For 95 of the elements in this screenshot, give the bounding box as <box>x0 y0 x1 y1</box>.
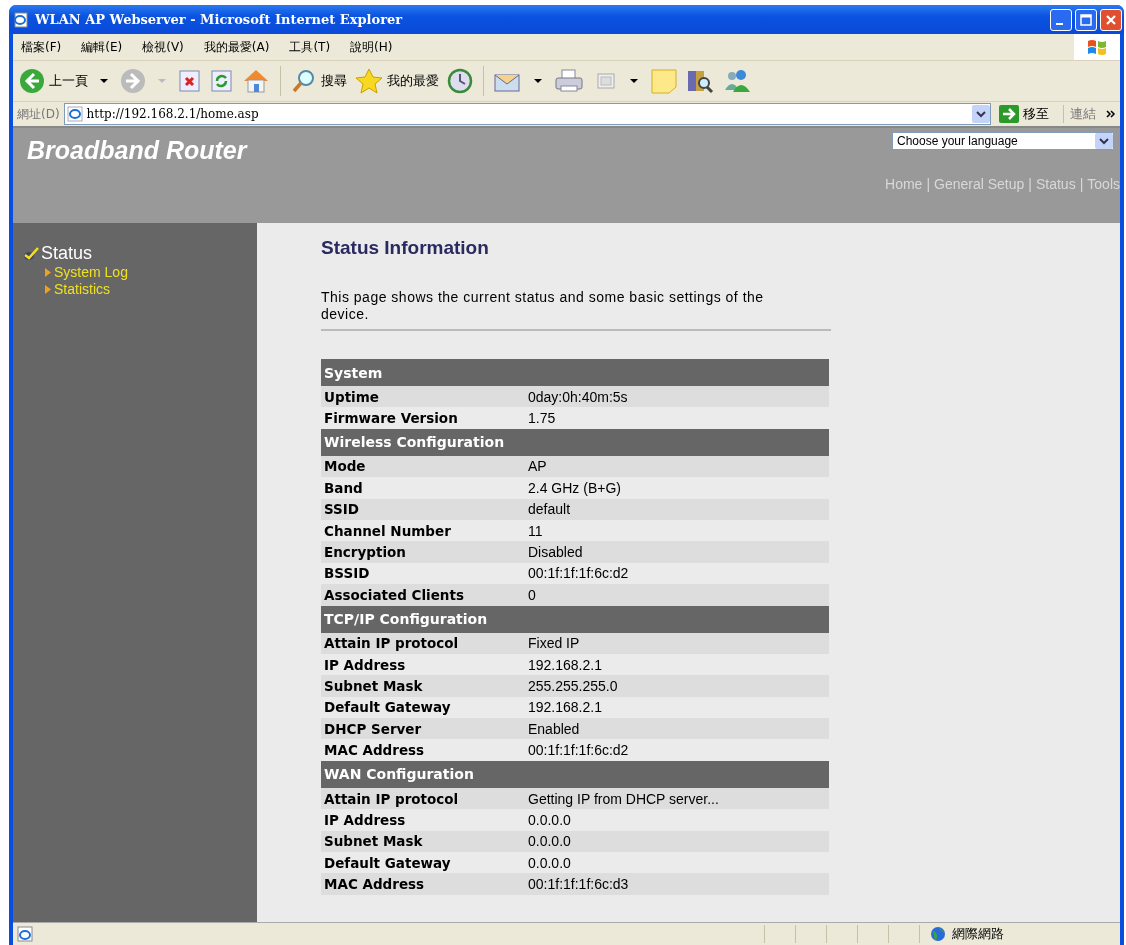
field-value: 2.4 GHz (B+G) <box>525 477 829 499</box>
field-value: AP <box>525 455 829 478</box>
field-label: MAC Address <box>321 873 525 895</box>
address-field[interactable]: http://192.168.2.1/home.asp <box>63 103 991 125</box>
field-label: DHCP Server <box>321 718 525 740</box>
maximize-button[interactable] <box>1075 8 1097 31</box>
field-value: 192.168.2.1 <box>525 653 829 676</box>
book-magnifier-icon[interactable] <box>686 68 714 94</box>
go-button[interactable]: 移至 <box>995 105 1059 123</box>
close-icon <box>1105 13 1117 26</box>
menu-item[interactable]: 工具(T) <box>289 38 331 56</box>
field-label: Channel Number <box>321 519 525 542</box>
field-value: Disabled <box>525 541 829 563</box>
dropdown-arrow-icon[interactable] <box>630 78 638 84</box>
section-header: WAN Configuration <box>321 760 829 788</box>
field-value: 0.0.0.0 <box>525 809 829 831</box>
close-button[interactable] <box>1100 8 1122 31</box>
sidebar-link[interactable]: Statistics <box>54 281 110 298</box>
zone-label: 網際網路 <box>952 925 1004 943</box>
stop-icon[interactable] <box>178 69 202 93</box>
field-value: 0.0.0.0 <box>525 830 829 853</box>
field-label: Attain IP protocol <box>321 632 525 654</box>
field-label: IP Address <box>321 653 525 676</box>
field-value: 1.75 <box>525 407 829 429</box>
history-icon[interactable] <box>447 68 473 94</box>
search-button[interactable]: 搜尋 <box>291 68 347 94</box>
nav-separator: | <box>1079 176 1084 192</box>
maximize-icon <box>1080 13 1092 26</box>
field-value: 0day:0h:40m:5s <box>525 386 829 408</box>
window-title: WLAN AP Webserver - Microsoft Internet Explorer <box>35 12 403 27</box>
field-value: 192.168.2.1 <box>525 696 829 719</box>
section-header: TCP/IP Configuration <box>321 605 829 633</box>
section-header: Wireless Configuration <box>321 428 829 456</box>
home-icon[interactable] <box>242 68 270 94</box>
minimize-button[interactable] <box>1050 8 1072 31</box>
field-label: SSID <box>321 498 525 520</box>
field-value: 00:1f:1f:1f:6c:d2 <box>525 739 829 761</box>
globe-icon <box>930 926 946 942</box>
language-select[interactable]: Choose your language <box>892 132 1114 150</box>
field-label: IP Address <box>321 809 525 831</box>
field-value: 11 <box>525 519 829 542</box>
field-label: Attain IP protocol <box>321 787 525 810</box>
field-value: 00:1f:1f:1f:6c:d2 <box>525 562 829 585</box>
menu-item[interactable]: 我的最愛(A) <box>203 38 270 56</box>
windows-logo-icon <box>1074 34 1120 60</box>
field-label: Encryption <box>321 541 525 563</box>
page-icon <box>66 106 83 122</box>
checkmark-icon <box>23 246 39 261</box>
field-label: MAC Address <box>321 739 525 761</box>
chevron-icon[interactable] <box>1106 110 1116 118</box>
menu-item[interactable]: 說明(H) <box>350 38 393 56</box>
field-label: BSSID <box>321 562 525 585</box>
printer-icon[interactable] <box>554 69 584 93</box>
section-header: System <box>321 359 829 386</box>
back-button[interactable]: 上一頁 <box>19 68 88 94</box>
field-value: Enabled <box>525 718 829 740</box>
sidebar-link[interactable]: System Log <box>54 264 128 281</box>
field-label: Default Gateway <box>321 696 525 719</box>
menu-item[interactable]: 檢視(V) <box>142 38 184 56</box>
field-label: Band <box>321 477 525 499</box>
arrow-icon <box>999 105 1019 123</box>
search-icon <box>291 68 317 94</box>
address-label: 網址(D) <box>17 105 60 123</box>
favorites-button[interactable]: 我的最愛 <box>355 68 439 94</box>
page-icon <box>17 926 33 942</box>
people-icon[interactable] <box>722 68 752 94</box>
field-value: 00:1f:1f:1f:6c:d3 <box>525 873 829 895</box>
field-value: 255.255.255.0 <box>525 675 829 697</box>
dropdown-arrow-icon[interactable] <box>100 78 108 84</box>
field-value: Getting IP from DHCP server... <box>525 787 829 810</box>
menu-item[interactable]: 檔案(F) <box>21 38 62 56</box>
links-button[interactable]: 連結 <box>1063 105 1102 123</box>
nav-separator: | <box>926 176 931 192</box>
field-value: Fixed IP <box>525 632 829 654</box>
field-label: Firmware Version <box>321 407 525 429</box>
menu-item[interactable]: 編輯(E) <box>81 38 123 56</box>
field-label: Default Gateway <box>321 852 525 874</box>
field-label: Mode <box>321 455 525 478</box>
field-value: 0 <box>525 584 829 606</box>
browser-page-icon <box>13 11 29 28</box>
dropdown-arrow-icon[interactable] <box>534 78 542 84</box>
field-value: default <box>525 498 829 520</box>
star-icon <box>355 68 383 94</box>
field-label: Subnet Mask <box>321 830 525 853</box>
field-label: Associated Clients <box>321 584 525 606</box>
sidebar-heading[interactable]: Status <box>41 243 93 264</box>
brand-title: Broadband Router <box>26 135 247 166</box>
field-label: Uptime <box>321 386 525 408</box>
field-value: 0.0.0.0 <box>525 852 829 874</box>
minimize-icon <box>1056 22 1063 25</box>
nav-separator: | <box>1028 176 1032 192</box>
refresh-icon[interactable] <box>210 69 234 93</box>
page-title: Status Information <box>321 237 490 259</box>
page-description: This page shows the current status and some basic settings of the device. <box>321 289 831 331</box>
field-label: Subnet Mask <box>321 675 525 697</box>
